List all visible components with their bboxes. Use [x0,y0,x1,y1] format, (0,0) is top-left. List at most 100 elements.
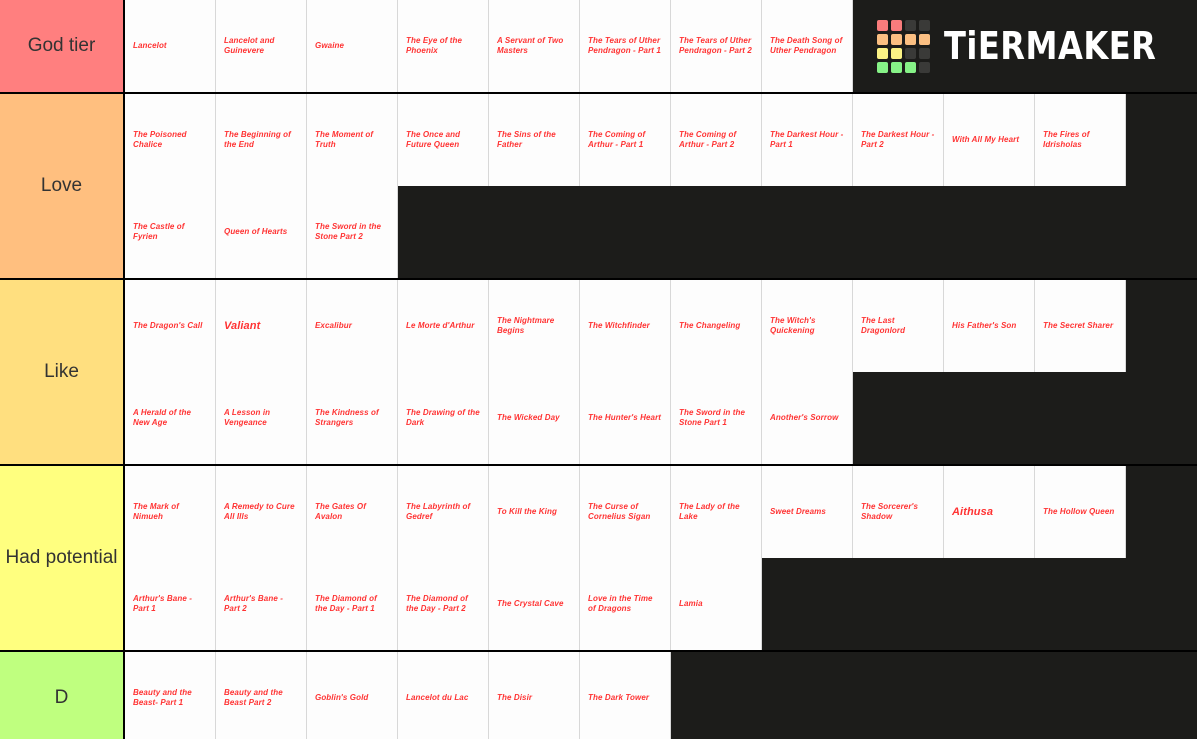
tier-card[interactable]: The Tears of Uther Pendragon - Part 2 [671,0,762,92]
tier-card[interactable]: With All My Heart [944,94,1035,186]
tier-card[interactable]: A Servant of Two Masters [489,0,580,92]
tier-card[interactable]: Arthur's Bane - Part 1 [125,558,216,650]
tier-card[interactable]: The Hunter's Heart [580,372,671,464]
tier-card[interactable]: A Herald of the New Age [125,372,216,464]
logo-cell-8 [919,33,930,45]
tier-card[interactable]: The Changeling [671,280,762,372]
tier-card[interactable]: The Drawing of the Dark [398,372,489,464]
tier-card[interactable]: Lamia [671,558,762,650]
tier-card-title: The Last Dragonlord [861,315,906,335]
tier-card[interactable]: The Fires of Idrisholas [1035,94,1126,186]
tier-card[interactable]: The Witchfinder [580,280,671,372]
tier-card-title: The Sword in the Stone Part 2 [315,221,382,241]
tier-card-title: The Darkest Hour - Part 1 [770,129,844,149]
tier-label-love[interactable]: Love [0,94,125,278]
tier-card[interactable]: The Wicked Day [489,372,580,464]
tier-card[interactable]: The Diamond of the Day - Part 2 [398,558,489,650]
tier-card-title: The Disir [497,692,533,702]
tier-card[interactable]: Beauty and the Beast Part 2 [216,652,307,739]
logo-cell-7 [905,33,916,45]
tier-card[interactable]: The Sins of the Father [489,94,580,186]
tier-card[interactable]: Lancelot [125,0,216,92]
tier-card-line: The Mark of Nimueh A Remedy to Cure All I… [125,466,1197,558]
tier-label-like[interactable]: Like [0,280,125,464]
tier-card-title: Lancelot [133,40,167,50]
tier-card[interactable]: Gwaine [307,0,398,92]
tier-label-had-potential[interactable]: Had potential [0,466,125,650]
tier-label-d[interactable]: D [0,652,125,739]
tier-card[interactable]: The Poisoned Chalice [125,94,216,186]
tier-label-god-tier[interactable]: God tier [0,0,125,92]
tier-card[interactable]: The Gates Of Avalon [307,466,398,558]
tier-card-title: Another's Sorrow [770,412,839,422]
tier-card[interactable]: The Nightmare Begins [489,280,580,372]
tier-card[interactable]: The Castle of Fyrien [125,186,216,278]
tier-card[interactable]: The Last Dragonlord [853,280,944,372]
tier-card[interactable]: The Dark Tower [580,652,671,739]
tier-card[interactable]: The Coming of Arthur - Part 2 [671,94,762,186]
tier-card-title: The Kindness of Strangers [315,407,379,427]
tier-card[interactable]: The Sorcerer's Shadow [853,466,944,558]
tier-card[interactable]: The Curse of Cornelius Sigan [580,466,671,558]
tier-card[interactable]: The Coming of Arthur - Part 1 [580,94,671,186]
tier-card[interactable]: Excalibur [307,280,398,372]
tier-card[interactable]: The Tears of Uther Pendragon - Part 1 [580,0,671,92]
tier-row-like: Like The Dragon's Call Valiant Excalibur Le … [0,280,1197,466]
tier-card[interactable]: A Remedy to Cure All Ills [216,466,307,558]
tier-card[interactable]: The Sword in the Stone Part 1 [671,372,762,464]
tier-card[interactable]: The Mark of Nimueh [125,466,216,558]
tier-card[interactable]: Aithusa [944,466,1035,558]
tier-card[interactable]: The Eye of the Phoenix [398,0,489,92]
tier-card[interactable]: The Darkest Hour - Part 1 [762,94,853,186]
tier-body: The Mark of Nimueh A Remedy to Cure All I… [125,466,1197,650]
tier-list-container: TiERMAKER God tier Lancelot Lancelot and G… [0,0,1197,739]
tier-card[interactable]: Arthur's Bane - Part 2 [216,558,307,650]
tier-card-title: The Sins of the Father [497,129,556,149]
tier-card-title: A Remedy to Cure All Ills [224,501,295,521]
logo-cell-14 [891,61,902,73]
tiermaker-logo-grid-icon [877,19,930,73]
tier-card[interactable]: A Lesson in Vengeance [216,372,307,464]
tier-card[interactable]: The Witch's Quickening [762,280,853,372]
tier-card[interactable]: The Lady of the Lake [671,466,762,558]
tier-card-title: The Hunter's Heart [588,412,662,422]
tier-card[interactable]: Le Morte d'Arthur [398,280,489,372]
tier-card[interactable]: The Disir [489,652,580,739]
tier-card[interactable]: His Father's Son [944,280,1035,372]
tier-row-d: D Beauty and the Beast- Part 1 Beauty and … [0,652,1197,739]
tier-card[interactable]: The Moment of Truth [307,94,398,186]
tier-card[interactable]: To Kill the King [489,466,580,558]
tier-card[interactable]: The Dragon's Call [125,280,216,372]
tier-card-title: Beauty and the Beast Part 2 [224,687,283,707]
tier-card-title: The Nightmare Begins [497,315,555,335]
tier-card[interactable]: The Once and Future Queen [398,94,489,186]
tier-card[interactable]: Another's Sorrow [762,372,853,464]
tier-card[interactable]: The Diamond of the Day - Part 1 [307,558,398,650]
tier-card[interactable]: Love in the Time of Dragons [580,558,671,650]
logo-cell-4 [919,19,930,31]
tier-card-title: Goblin's Gold [315,692,369,702]
tier-card[interactable]: The Crystal Cave [489,558,580,650]
tier-card-title: The Tears of Uther Pendragon - Part 1 [588,35,661,55]
tier-card[interactable]: The Hollow Queen [1035,466,1126,558]
tier-card[interactable]: Goblin's Gold [307,652,398,739]
tier-card[interactable]: Valiant [216,280,307,372]
tier-card[interactable]: The Sword in the Stone Part 2 [307,186,398,278]
tier-card[interactable]: The Death Song of Uther Pendragon [762,0,853,92]
tier-card[interactable]: The Kindness of Strangers [307,372,398,464]
tier-card[interactable]: Sweet Dreams [762,466,853,558]
tier-card[interactable]: Beauty and the Beast- Part 1 [125,652,216,739]
tier-card-title: The Tears of Uther Pendragon - Part 2 [679,35,752,55]
tier-card[interactable]: The Secret Sharer [1035,280,1126,372]
tier-card[interactable]: Lancelot du Lac [398,652,489,739]
tier-card-title: Lancelot and Guinevere [224,35,275,55]
tier-card[interactable]: The Labyrinth of Gedref [398,466,489,558]
tier-card[interactable]: Queen of Hearts [216,186,307,278]
tier-card-title: Arthur's Bane - Part 1 [133,593,192,613]
tier-card[interactable]: Lancelot and Guinevere [216,0,307,92]
tier-card[interactable]: The Darkest Hour - Part 2 [853,94,944,186]
tier-card[interactable]: The Beginning of the End [216,94,307,186]
tier-card-title: The Mark of Nimueh [133,501,179,521]
tier-card-title: His Father's Son [952,320,1017,330]
tier-card-title: Valiant [224,319,261,332]
